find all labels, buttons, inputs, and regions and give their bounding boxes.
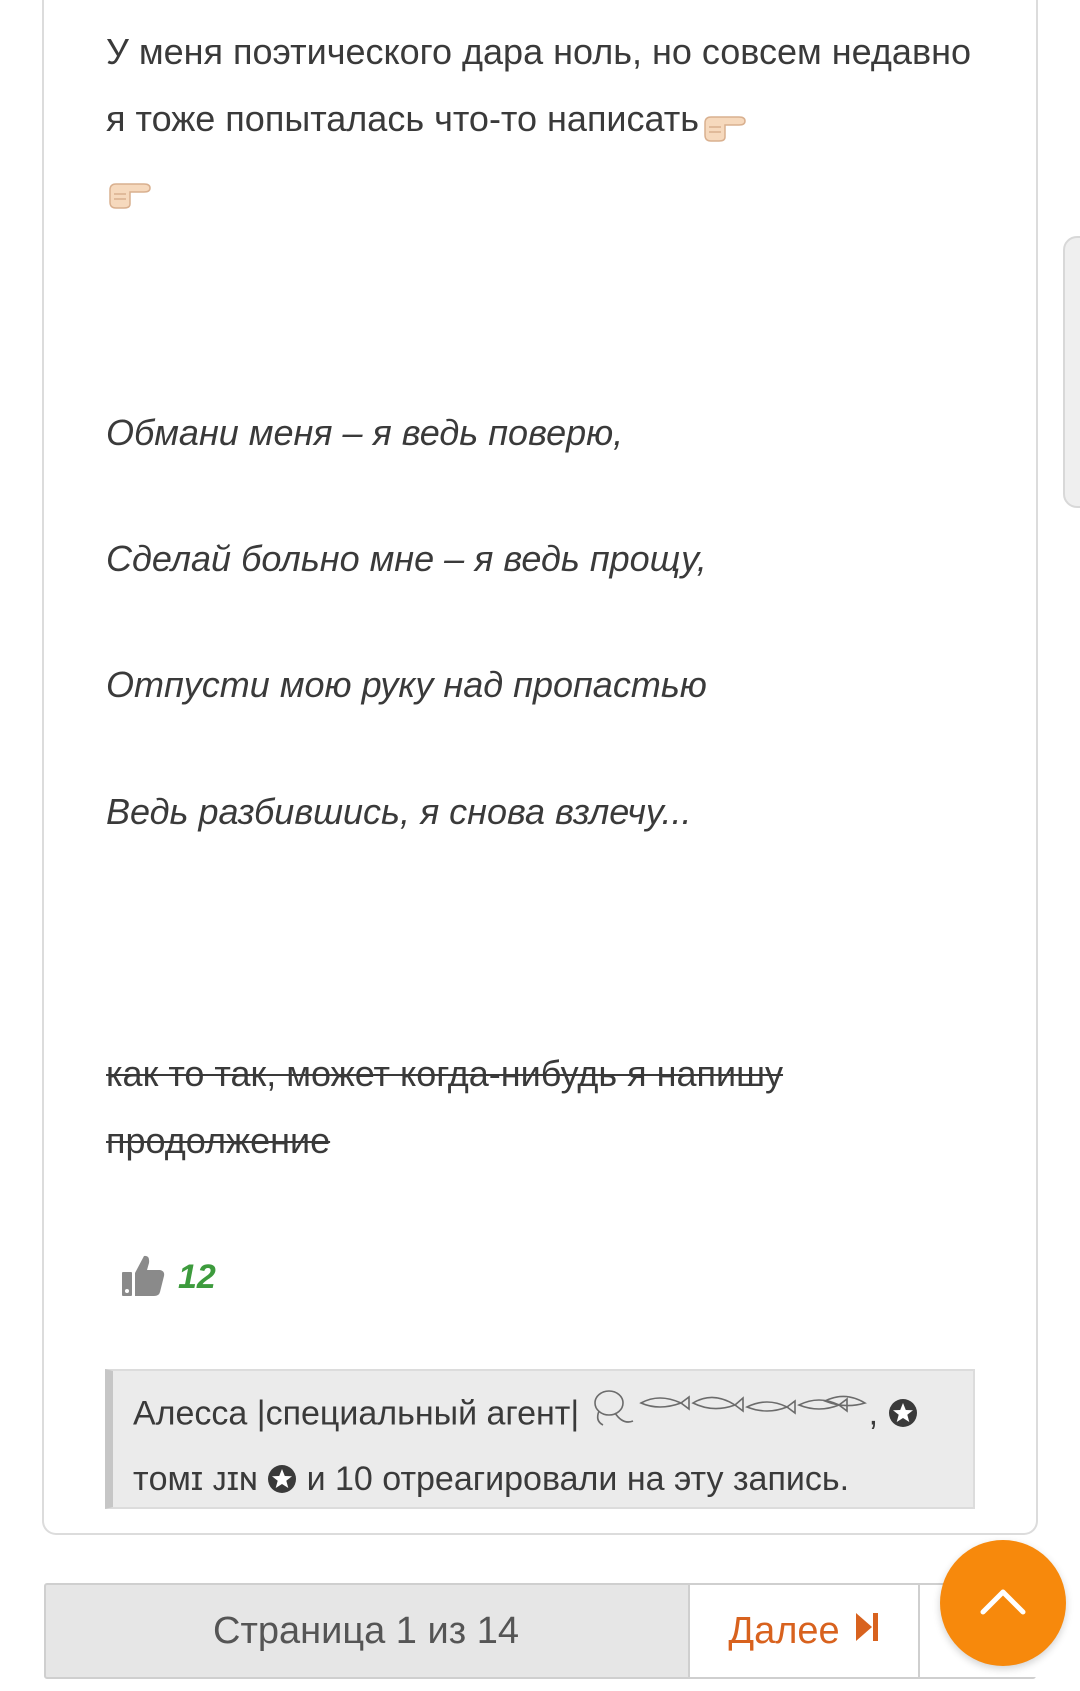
post-intro: У меня поэтического дара ноль, но совсем… <box>106 18 986 219</box>
reaction-user[interactable]: Алесса |специальный агент| <box>133 1394 579 1432</box>
scroll-to-top-button[interactable] <box>940 1540 1066 1666</box>
page-indicator: Страница 1 из 14 <box>213 1609 519 1652</box>
poem-line: Обмани меня – я ведь поверю, <box>106 412 624 453</box>
thumbs-up-icon[interactable] <box>120 1252 166 1303</box>
fish-doodle-icon <box>589 1381 869 1450</box>
poem-line: Ведь разбившись, я снова взлечу... <box>106 791 692 832</box>
post-card <box>42 0 1038 1535</box>
reaction-user[interactable]: тᴏᴍɪ ᴊɪɴ <box>133 1460 258 1498</box>
star-circle-icon <box>888 1388 918 1447</box>
reaction-tail: и 10 отреагировали на эту запись. <box>306 1460 850 1498</box>
page: У меня поэтического дара ноль, но совсем… <box>0 0 1080 1691</box>
strikethrough-note: как то так, может когда-нибудь я напишу … <box>106 1053 784 1161</box>
next-page-button[interactable]: Далее <box>688 1583 920 1679</box>
chevron-up-icon <box>979 1586 1027 1621</box>
pagination: Страница 1 из 14 Далее <box>44 1583 1036 1679</box>
side-panel-tab[interactable] <box>1063 236 1080 508</box>
star-circle-icon <box>267 1454 297 1513</box>
poem-line: Сделай больно мне – я ведь прощу, <box>106 538 707 579</box>
skip-next-icon <box>854 1610 880 1653</box>
pointing-right-icon <box>701 101 747 143</box>
like-counter[interactable]: 12 <box>120 1252 216 1302</box>
poem-line: Отпусти мою руку над пропастью <box>106 664 707 705</box>
next-label: Далее <box>728 1609 840 1652</box>
intro-text: У меня поэтического дара ноль, но совсем… <box>106 31 971 139</box>
reaction-separator: , <box>868 1394 879 1433</box>
like-count: 12 <box>178 1257 216 1296</box>
pointing-right-icon <box>106 168 152 210</box>
reactions-summary[interactable]: Алесса |специальный агент| , тᴏᴍɪ ᴊɪɴ и … <box>105 1369 975 1509</box>
